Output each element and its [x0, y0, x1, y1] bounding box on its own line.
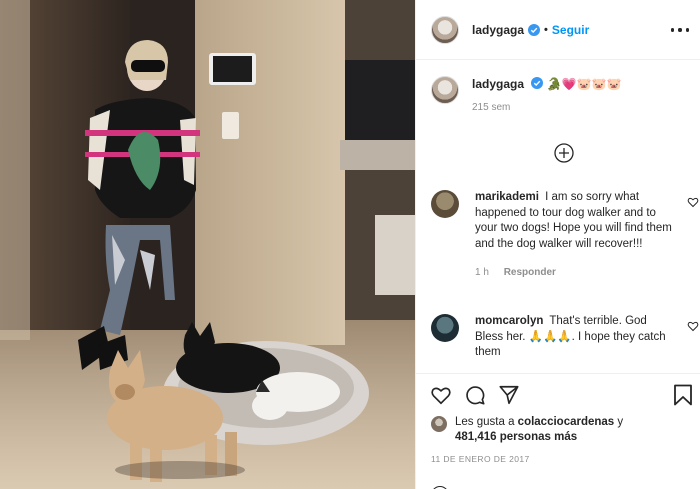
post-header: ladygaga • Seguir	[416, 0, 700, 60]
likes-count[interactable]: 481,416 personas más	[455, 431, 577, 443]
likes-middle: y	[617, 416, 624, 428]
comment-item: momcarolyn That's terrible. God Bless he…	[431, 314, 699, 361]
author-avatar[interactable]	[431, 15, 459, 44]
share-icon[interactable]	[498, 384, 520, 406]
likes-prefix: Les gusta a	[455, 416, 515, 428]
commenter-username[interactable]: momcarolyn	[475, 315, 543, 327]
action-icons	[430, 384, 532, 408]
reply-button[interactable]: Responder	[504, 267, 556, 278]
author-username[interactable]: ladygaga	[472, 23, 524, 37]
comment-icon[interactable]	[464, 384, 486, 406]
commenter-avatar[interactable]	[431, 314, 459, 342]
commenter-username[interactable]: marikademi	[475, 191, 539, 203]
photo-illustration	[0, 0, 415, 489]
comment-text-line: marikademi I am so sorry what happened t…	[475, 190, 675, 252]
verified-icon	[528, 23, 541, 36]
post-caption: ladygaga 🐊💗🐷🐷🐷 215 sem	[431, 76, 691, 113]
caption-text: 🐊💗🐷🐷🐷	[546, 77, 622, 91]
liker-username[interactable]: colacciocardenas	[518, 416, 615, 428]
more-options-icon[interactable]	[671, 22, 689, 38]
post-modal: ladygaga • Seguir ladygaga 🐊💗🐷🐷🐷 215 sem…	[0, 0, 700, 489]
likes-text: Les gusta a colacciocardenas y 481,416 p…	[455, 415, 623, 445]
post-date[interactable]: 11 DE ENERO DE 2017	[431, 454, 530, 464]
follow-button[interactable]: Seguir	[552, 23, 589, 37]
caption-avatar[interactable]	[431, 76, 459, 104]
separator-dot: •	[544, 23, 548, 36]
verified-icon	[531, 77, 544, 89]
caption-line: ladygaga 🐊💗🐷🐷🐷	[472, 76, 621, 92]
caption-username[interactable]: ladygaga	[472, 77, 524, 91]
heart-icon[interactable]	[430, 384, 452, 406]
bookmark-icon[interactable]	[673, 384, 693, 406]
comment-item: marikademi I am so sorry what happened t…	[431, 190, 699, 281]
comment-time[interactable]: 1 h	[475, 267, 489, 278]
post-actions: Les gusta a colacciocardenas y 481,416 p…	[416, 373, 700, 489]
likes-summary: Les gusta a colacciocardenas y 481,416 p…	[431, 415, 691, 445]
post-photo[interactable]	[0, 0, 415, 489]
heart-icon[interactable]	[687, 320, 699, 332]
post-side-panel: ladygaga • Seguir ladygaga 🐊💗🐷🐷🐷 215 sem…	[415, 0, 700, 489]
heart-icon[interactable]	[687, 196, 699, 208]
comment-text-line: momcarolyn That's terrible. God Bless he…	[475, 314, 675, 361]
liker-avatar[interactable]	[431, 416, 447, 432]
comment-meta: 1 h Responder	[475, 265, 675, 281]
caption-time[interactable]: 215 sem	[472, 102, 621, 113]
commenter-avatar[interactable]	[431, 190, 459, 218]
add-comment-icon[interactable]	[554, 143, 574, 163]
